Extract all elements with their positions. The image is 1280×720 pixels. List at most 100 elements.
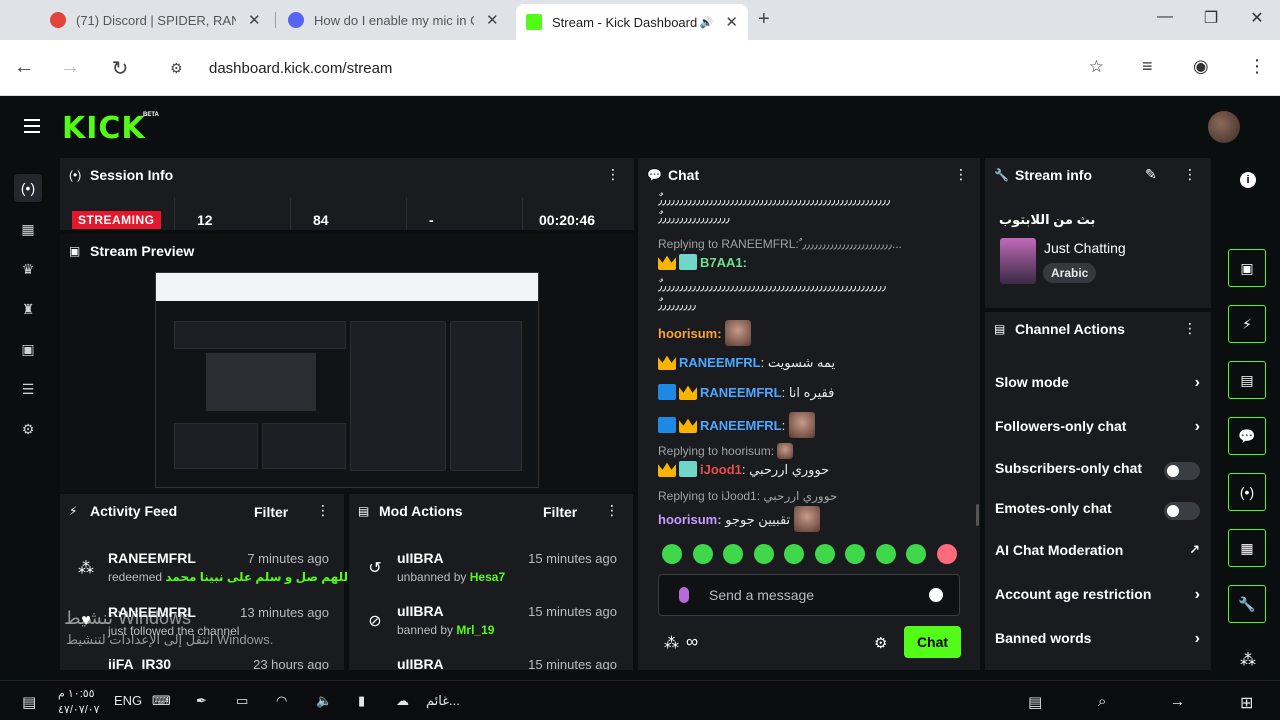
emote-icon[interactable] [754, 544, 774, 564]
close-tab-icon[interactable]: ✕ [248, 11, 261, 29]
battery-icon[interactable]: ▭ [236, 693, 248, 709]
more-options-icon[interactable]: ⋮ [606, 166, 620, 183]
document-icon[interactable]: ▤ [1228, 361, 1266, 399]
input-language[interactable]: ENG [114, 693, 142, 708]
ai-moderation-row[interactable]: AI Chat Moderation ↗ [995, 542, 1200, 564]
chat-settings-icon[interactable]: ⚙ [874, 634, 887, 652]
kick-logo[interactable]: KICK [62, 111, 146, 146]
arrow-icon[interactable]: → [1170, 693, 1185, 710]
tab-help[interactable]: How do I enable my mic in C ✕ [278, 4, 510, 36]
chat-bubble-icon[interactable]: 💬 [1228, 417, 1266, 455]
forward-icon[interactable]: → [58, 56, 82, 79]
microphone-icon[interactable]: ▮ [358, 693, 365, 709]
emote-icon[interactable] [784, 544, 804, 564]
banned-words-row[interactable]: Banned words › [995, 630, 1200, 652]
reload-icon[interactable]: ↻ [108, 56, 132, 81]
users-nav-icon[interactable]: ☰ [14, 375, 42, 403]
hamburger-menu-icon[interactable] [24, 119, 40, 137]
emote-icon[interactable] [693, 544, 713, 564]
bolt-icon[interactable]: ⚡ [1228, 305, 1266, 343]
chat-scrollbar[interactable] [976, 504, 979, 526]
stream-preview-video[interactable] [155, 272, 539, 488]
omnibox[interactable]: ⚙ dashboard.kick.com/stream ☆ [158, 48, 1124, 88]
chat-username[interactable]: RANEEMFRL [679, 355, 761, 370]
restore-icon[interactable]: ❐ [1196, 8, 1226, 28]
menu-kebab-icon[interactable]: ⋮ [1248, 56, 1266, 77]
edit-pencil-icon[interactable]: ✎ [1145, 166, 1157, 183]
emotes-only-toggle[interactable] [1164, 502, 1200, 520]
back-icon[interactable]: ← [12, 56, 36, 79]
stream-nav-icon[interactable]: (•) [14, 174, 42, 202]
weather-text[interactable]: غائم... [426, 693, 460, 709]
close-tab-icon[interactable]: ✕ [725, 13, 738, 31]
clock-date[interactable]: ٤٧/٠٧/٠٧ [58, 703, 100, 716]
reply-context[interactable]: Replying to RANEEMFRL: ٌ٫٫٫٫٫٫٫٫٫٫٫٫٫٫٫٫… [658, 237, 958, 251]
windows-start-icon[interactable]: ⊞ [1240, 693, 1253, 713]
wifi-icon[interactable]: ◠ [276, 693, 287, 709]
search-icon[interactable]: ⌕ [1098, 693, 1106, 710]
profile-icon[interactable]: ◉ [1193, 56, 1209, 77]
emote-icon[interactable] [906, 544, 926, 564]
chat-username[interactable]: RANEEMFRL [700, 418, 782, 433]
screenshot-icon[interactable]: ▣ [1228, 249, 1266, 287]
emote-icon[interactable] [876, 544, 896, 564]
emote-icon[interactable] [815, 544, 835, 564]
send-chat-button[interactable]: Chat [904, 626, 961, 658]
microphone-icon[interactable] [679, 587, 689, 603]
new-tab-icon[interactable]: + [758, 8, 770, 31]
subscribers-only-toggle[interactable] [1164, 462, 1200, 480]
pen-icon[interactable]: ✒ [196, 693, 207, 709]
emote-icon[interactable] [845, 544, 865, 564]
emoji-picker-icon[interactable] [929, 588, 943, 602]
info-icon[interactable]: i [1240, 172, 1256, 188]
infinity-icon[interactable]: ∞ [686, 632, 698, 652]
task-view-icon[interactable]: ▤ [1028, 693, 1042, 711]
chat-username[interactable]: iJood1 [700, 462, 742, 477]
user-avatar[interactable] [1208, 111, 1240, 143]
site-settings-icon[interactable]: ⚙ [170, 60, 194, 77]
chat-username[interactable]: RANEEMFRL [700, 385, 782, 400]
kick-points-icon[interactable]: ⁂ [664, 634, 679, 652]
more-options-icon[interactable]: ⋮ [605, 502, 619, 519]
clock-time[interactable]: ١٠:٥٥ م [58, 687, 95, 700]
account-age-row[interactable]: Account age restriction › [995, 586, 1200, 608]
emote-icon[interactable] [662, 544, 682, 564]
close-tab-icon[interactable]: ✕ [486, 11, 499, 29]
url-text[interactable]: dashboard.kick.com/stream [209, 60, 392, 77]
broadcast-icon[interactable]: (•) [1228, 473, 1266, 511]
followers-only-row[interactable]: Followers-only chat › [995, 418, 1200, 440]
chat-username[interactable]: B7AA1: [700, 255, 747, 270]
analytics-nav-icon[interactable]: ▦ [14, 215, 42, 243]
settings-nav-icon[interactable]: ⚙ [14, 415, 42, 443]
community-nav-icon[interactable]: ♜ [14, 295, 42, 323]
close-window-icon[interactable]: ✕ [1242, 8, 1272, 28]
keyboard-icon[interactable]: ⌨ [152, 693, 171, 709]
reply-context[interactable]: Replying to iJood1: حووري اررحبي [658, 489, 837, 503]
slow-mode-row[interactable]: Slow mode › [995, 374, 1200, 396]
activity-filter-button[interactable]: Filter [254, 504, 288, 520]
reply-context[interactable]: Replying to hoorisum: [658, 443, 794, 459]
more-options-icon[interactable]: ⋮ [1183, 166, 1197, 183]
emote-icon[interactable] [937, 544, 957, 564]
notification-icon[interactable]: ▤ [22, 693, 36, 711]
mod-filter-button[interactable]: Filter [543, 504, 577, 520]
chat-username[interactable]: hoorisum: [658, 512, 722, 527]
bookmark-star-icon[interactable]: ☆ [1089, 57, 1104, 77]
category-thumbnail[interactable] [1000, 238, 1036, 284]
preview-icon[interactable]: ▦ [1228, 529, 1266, 567]
media-control-icon[interactable]: ≡ [1142, 56, 1153, 77]
clips-nav-icon[interactable]: ▣ [14, 335, 42, 363]
wrench-icon[interactable]: 🔧 [1228, 585, 1266, 623]
chat-input[interactable]: Send a message [658, 574, 960, 616]
audio-playing-icon[interactable]: 🔊 [700, 16, 714, 29]
more-options-icon[interactable]: ⋮ [316, 502, 330, 519]
kick-points-icon[interactable]: ⁂ [1240, 650, 1256, 670]
more-options-icon[interactable]: ⋮ [1183, 320, 1197, 337]
minimize-icon[interactable]: — [1150, 8, 1180, 26]
trophy-nav-icon[interactable]: ♛ [14, 255, 42, 283]
more-options-icon[interactable]: ⋮ [954, 166, 968, 183]
weather-icon[interactable]: ☁ [396, 693, 409, 709]
tab-discord[interactable]: (71) Discord | SPIDER, RANE ✕ [40, 4, 272, 36]
volume-icon[interactable]: 🔈 [316, 693, 332, 709]
tab-kick-dashboard[interactable]: Stream - Kick Dashboard 🔊 ✕ [516, 4, 748, 40]
